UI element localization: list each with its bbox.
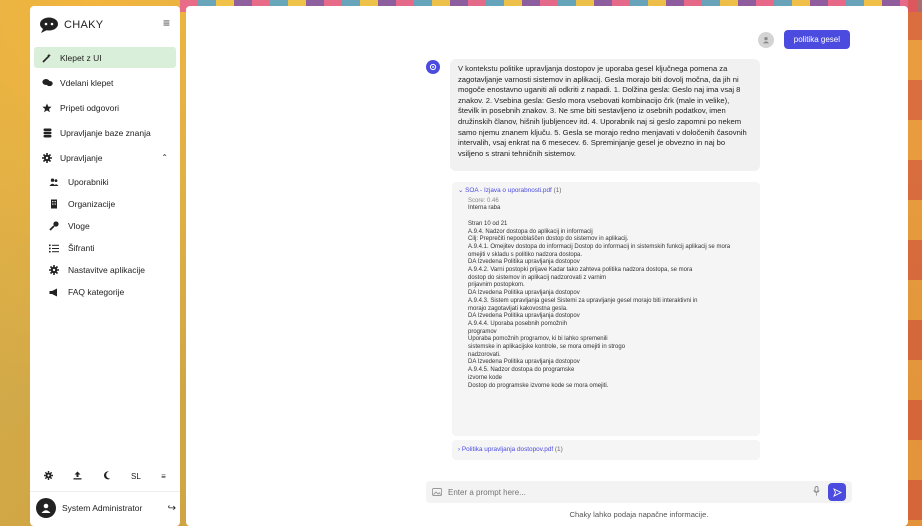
bot-message: V kontekstu politike upravljanja dostopo…: [450, 59, 760, 171]
sidebar-subitem-label: Šifranti: [68, 243, 95, 253]
user-message: politika gesel: [783, 30, 850, 49]
source-count: (1): [554, 446, 563, 453]
star-icon: [40, 103, 54, 113]
user-name: System Administrator: [62, 503, 143, 513]
source-title: Politika upravljanja dostopov.pdf: [461, 446, 554, 453]
building-icon: [48, 199, 60, 209]
source-count: (1): [553, 187, 562, 194]
sidebar-item-pripeti-odgovori[interactable]: Pripeti odgovori: [34, 97, 176, 118]
upload-icon[interactable]: [73, 471, 82, 482]
list-icon: [48, 244, 60, 253]
sidebar-item-vdelani-klepet[interactable]: Vdelani klepet: [34, 72, 176, 93]
sidebar-item-label: Klepet z UI: [60, 52, 102, 63]
user-avatar-icon: [757, 31, 774, 48]
sidebar-item-label: Upravljanje baze znanja: [60, 127, 151, 138]
sidebar-header: CHAKY ≡: [30, 6, 180, 44]
users-icon: [48, 178, 60, 186]
user-profile[interactable]: System Administrator ↪: [36, 496, 176, 520]
magic-wand-icon: [40, 53, 54, 63]
logo-icon: [38, 16, 60, 34]
sidebar-item-label: Upravljanje: [60, 152, 103, 163]
sidebar: CHAKY ≡ Klepet z UI Vdelani klepet Pripe…: [30, 6, 180, 526]
sidebar-nav: Klepet z UI Vdelani klepet Pripeti odgov…: [30, 46, 180, 304]
source-panel-collapsed[interactable]: › Politika upravljanja dostopov.pdf (1): [452, 440, 760, 460]
sidebar-subitem-sifranti[interactable]: Šifranti: [34, 238, 176, 258]
database-icon: [40, 128, 54, 138]
chevron-up-icon[interactable]: ⌃: [161, 153, 168, 162]
brand-name: CHAKY: [64, 19, 104, 31]
sidebar-subitem-faq-kategorije[interactable]: FAQ kategorije: [34, 282, 176, 302]
logout-icon[interactable]: ↪: [168, 503, 176, 514]
sidebar-footer-toolbar: SL ≡: [30, 466, 180, 486]
moon-icon[interactable]: [103, 470, 111, 482]
disclaimer: Chaky lahko podaja napačne informacije.: [569, 510, 709, 519]
sidebar-subitem-label: Vloge: [68, 221, 90, 231]
sidebar-divider: [30, 491, 180, 492]
sidebar-item-label: Vdelani klepet: [60, 77, 114, 88]
megaphone-icon: [48, 288, 60, 297]
sidebar-item-upravljanje-baze-znanja[interactable]: Upravljanje baze znanja: [34, 122, 176, 143]
menu-icon[interactable]: ≡: [161, 472, 166, 481]
source-panel: ⌄ SOA - Izjava o uporabnosti.pdf (1) Sco…: [452, 182, 760, 436]
prompt-bar: [426, 481, 852, 503]
send-icon: [832, 487, 842, 497]
chat-panel: politika gesel V kontekstu politike upra…: [186, 6, 908, 526]
source-toggle[interactable]: ⌄ SOA - Izjava o uporabnosti.pdf (1): [458, 187, 754, 195]
background-edge: [908, 0, 922, 526]
chevron-down-icon: ⌄: [458, 187, 464, 194]
prompt-input[interactable]: [448, 487, 813, 497]
sidebar-item-upravljanje[interactable]: Upravljanje ⌃: [34, 147, 176, 168]
sidebar-subitem-nastavitve-aplikacije[interactable]: Nastavitve aplikacije: [34, 260, 176, 280]
sidebar-subitem-organizacije[interactable]: Organizacije: [34, 194, 176, 214]
sidebar-subitem-vloge[interactable]: Vloge: [34, 216, 176, 236]
user-message-row: politika gesel: [757, 30, 850, 49]
gear-icon[interactable]: [44, 470, 54, 482]
chevron-right-icon: ›: [458, 446, 461, 453]
source-score: Score: 0.46: [468, 197, 499, 204]
sidebar-subitem-label: Nastavitve aplikacije: [68, 265, 146, 275]
gear-icon: [40, 152, 54, 163]
source-title: SOA - Izjava o uporabnosti.pdf: [465, 187, 552, 194]
send-button[interactable]: [828, 483, 846, 501]
microphone-icon[interactable]: [813, 486, 820, 498]
sidebar-subitem-label: FAQ kategorije: [68, 287, 125, 297]
language-switch[interactable]: SL: [131, 472, 141, 481]
sidebar-subitem-label: Uporabniki: [68, 177, 109, 187]
sidebar-subitem-label: Organizacije: [68, 199, 116, 209]
gear-icon: [48, 265, 60, 275]
menu-toggle-icon[interactable]: ≡: [163, 16, 170, 30]
sidebar-item-label: Pripeti odgovori: [60, 102, 120, 113]
key-icon: [48, 221, 60, 231]
source-excerpt: Interna raba Stran 10 od 21 A.9.4. Nadzo…: [468, 205, 731, 389]
avatar: [36, 498, 56, 518]
chat-bubbles-icon: [40, 78, 54, 87]
bot-avatar-icon: [426, 60, 440, 74]
sidebar-subitem-uporabniki[interactable]: Uporabniki: [34, 172, 176, 192]
attachment-icon[interactable]: [432, 483, 442, 501]
sidebar-item-klepet-z-ui[interactable]: Klepet z UI: [34, 47, 176, 68]
